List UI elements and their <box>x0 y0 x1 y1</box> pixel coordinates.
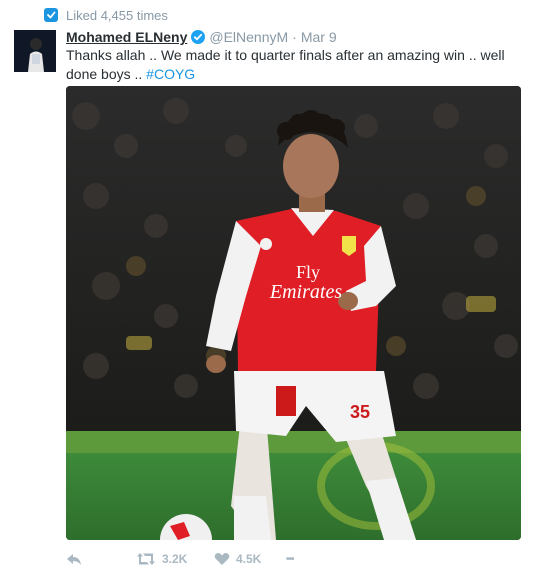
shirt-number-text: 35 <box>350 402 370 422</box>
social-context: Liked 4,455 times <box>44 6 168 24</box>
tweet-text: Thanks allah .. We made it to quarter fi… <box>66 46 521 84</box>
reply-button[interactable] <box>66 552 136 566</box>
player-photo: Fly Emirates 35 <box>66 86 521 540</box>
author-name[interactable]: Mohamed ELNeny <box>66 29 187 45</box>
retweet-button[interactable]: 3.2K <box>136 552 214 566</box>
avatar[interactable] <box>14 30 56 72</box>
sponsor-emirates-text: Emirates <box>269 281 342 303</box>
tweet-date[interactable]: Mar 9 <box>301 29 337 45</box>
hashtag-link[interactable]: #COYG <box>146 66 195 82</box>
header-separator: · <box>292 29 297 45</box>
like-count: 4.5K <box>236 552 262 566</box>
sponsor-fly-text: Fly <box>296 262 320 282</box>
verified-badge-icon <box>191 30 206 44</box>
tweet-actions: 3.2K 4.5K ••• <box>66 550 294 568</box>
social-context-label: Liked 4,455 times <box>66 7 168 23</box>
retweet-count: 3.2K <box>162 552 188 566</box>
more-button[interactable]: ••• <box>286 554 294 565</box>
tweet-header: Mohamed ELNeny @ElNennyM · Mar 9 <box>66 28 337 46</box>
avatar-image <box>14 30 56 72</box>
reply-icon <box>67 554 81 565</box>
author-handle[interactable]: @ElNennyM <box>209 29 288 45</box>
heart-icon <box>214 553 230 565</box>
tweet-text-body: Thanks allah .. We made it to quarter fi… <box>66 47 505 82</box>
like-context-icon <box>44 8 58 22</box>
more-icon: ••• <box>286 553 294 565</box>
like-button[interactable]: 4.5K <box>214 552 286 566</box>
tweet-photo[interactable]: Fly Emirates 35 <box>66 86 521 540</box>
retweet-icon <box>137 553 155 565</box>
